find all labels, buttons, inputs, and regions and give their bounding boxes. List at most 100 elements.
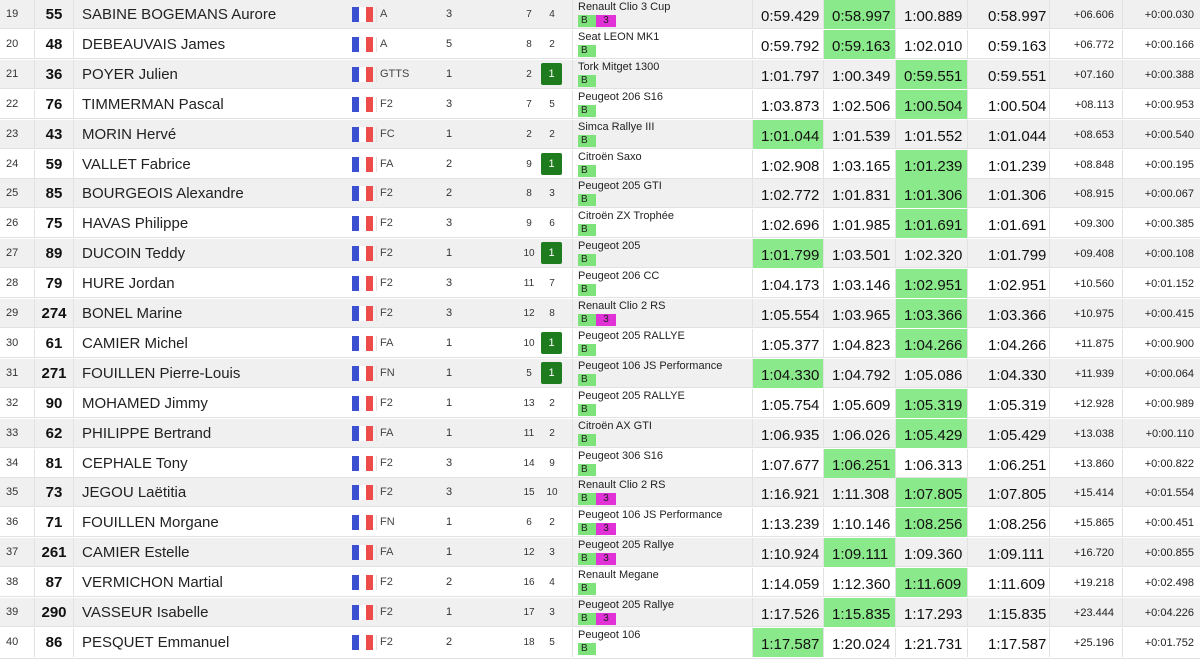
position-in-group: 12 bbox=[523, 547, 535, 558]
position-in-group: 10 bbox=[523, 248, 535, 259]
table-row[interactable]: 35 73 JEGOU Laëtitia F2 3 15 10 Renault Clio 2 … bbox=[0, 478, 1200, 507]
table-row[interactable]: 40 86 PESQUET Emmanuel F2 2 18 5 Peugeot 106 B 1:… bbox=[0, 628, 1200, 659]
driver-name[interactable]: SABINE BOGEMANS Aurore bbox=[82, 0, 350, 29]
position-in-class: 3 bbox=[549, 547, 555, 558]
car-number: 75 bbox=[34, 209, 74, 238]
position: 21 bbox=[6, 68, 19, 80]
driver-name[interactable]: BOURGEOIS Alexandre bbox=[82, 179, 350, 208]
france-flag-icon bbox=[352, 97, 377, 112]
best-time: 1:00.504 bbox=[967, 90, 1049, 119]
gap-to-leader: +08.653 bbox=[1049, 120, 1122, 149]
driver-name[interactable]: MORIN Hervé bbox=[82, 120, 350, 149]
gap-to-previous: +0:00.030 bbox=[1122, 0, 1200, 29]
run-3-time: 1:08.256 bbox=[895, 508, 967, 537]
table-row[interactable]: 24 59 VALLET Fabrice FA 2 9 1 Citroën Saxo B 1:02… bbox=[0, 150, 1200, 179]
car-model: Peugeot 106 JS Performance bbox=[578, 360, 723, 372]
position: 31 bbox=[6, 367, 19, 379]
position: 20 bbox=[6, 38, 19, 50]
driver-name[interactable]: VASSEUR Isabelle bbox=[82, 598, 350, 627]
driver-name[interactable]: CEPHALE Tony bbox=[82, 449, 350, 478]
run-2-time: 1:04.792 bbox=[823, 359, 895, 388]
car-model: Renault Megane bbox=[578, 569, 659, 581]
table-row[interactable]: 21 36 POYER Julien GTTS 1 2 1 Tork Mitget 1300 B… bbox=[0, 60, 1200, 89]
run-3-time: 1:00.889 bbox=[895, 0, 967, 29]
car-number: 90 bbox=[34, 389, 74, 418]
car-cell: Citroën Saxo B bbox=[572, 150, 750, 179]
gap-to-leader: +09.300 bbox=[1049, 209, 1122, 238]
table-row[interactable]: 25 85 BOURGEOIS Alexandre F2 2 8 3 Peugeot 205 … bbox=[0, 179, 1200, 208]
table-row[interactable]: 30 61 CAMIER Michel FA 1 10 1 Peugeot 205 RALLY… bbox=[0, 329, 1200, 358]
table-row[interactable]: 32 90 MOHAMED Jimmy F2 1 13 2 Peugeot 205 RALLY… bbox=[0, 389, 1200, 418]
b-badge: B bbox=[578, 75, 596, 87]
driver-name[interactable]: CAMIER Estelle bbox=[82, 538, 350, 567]
b-badge: B bbox=[578, 493, 596, 505]
france-flag-icon bbox=[352, 127, 377, 142]
table-row[interactable]: 36 71 FOUILLEN Morgane FN 1 6 2 Peugeot 106 JS … bbox=[0, 508, 1200, 537]
driver-name[interactable]: POYER Julien bbox=[82, 60, 350, 89]
driver-name[interactable]: HURE Jordan bbox=[82, 269, 350, 298]
table-row[interactable]: 37 261 CAMIER Estelle FA 1 12 3 Peugeot 205 Ral… bbox=[0, 538, 1200, 567]
car-number: 59 bbox=[34, 150, 74, 179]
position: 29 bbox=[6, 307, 19, 319]
driver-name[interactable]: BONEL Marine bbox=[82, 299, 350, 328]
position-in-group: 10 bbox=[523, 338, 535, 349]
table-row[interactable]: 22 76 TIMMERMAN Pascal F2 3 7 5 Peugeot 206 S16… bbox=[0, 90, 1200, 119]
gap-to-previous: +0:02.498 bbox=[1122, 568, 1200, 597]
gap-to-previous: +0:00.388 bbox=[1122, 60, 1200, 89]
table-row[interactable]: 39 290 VASSEUR Isabelle F2 1 17 3 Peugeot 205 R… bbox=[0, 598, 1200, 627]
run-3-time: 1:07.805 bbox=[895, 478, 967, 507]
b-badge: B bbox=[578, 643, 596, 655]
table-row[interactable]: 34 81 CEPHALE Tony F2 3 14 9 Peugeot 306 S16 B 1:… bbox=[0, 449, 1200, 478]
driver-name[interactable]: DEBEAUVAIS James bbox=[82, 30, 350, 59]
table-row[interactable]: 31 271 FOUILLEN Pierre-Louis FN 1 5 1 Peugeot 1… bbox=[0, 359, 1200, 388]
table-row[interactable]: 23 43 MORIN Hervé FC 1 2 2 Simca Rallye III B 1:0… bbox=[0, 120, 1200, 149]
table-row[interactable]: 28 79 HURE Jordan F2 3 11 7 Peugeot 206 CC B 1:04… bbox=[0, 269, 1200, 298]
france-flag-icon bbox=[352, 485, 377, 500]
b-badge: B bbox=[578, 165, 596, 177]
driver-name[interactable]: VALLET Fabrice bbox=[82, 150, 350, 179]
driver-name[interactable]: VERMICHON Martial bbox=[82, 568, 350, 597]
best-time: 0:58.997 bbox=[967, 0, 1049, 29]
driver-name[interactable]: FOUILLEN Morgane bbox=[82, 508, 350, 537]
run-3-time: 1:09.360 bbox=[895, 538, 967, 567]
table-row[interactable]: 27 89 DUCOIN Teddy F2 1 10 1 Peugeot 205 B 1:01.7… bbox=[0, 239, 1200, 268]
run-1-time: 1:02.908 bbox=[752, 150, 823, 179]
table-row[interactable]: 29 274 BONEL Marine F2 3 12 8 Renault Clio 2 RS… bbox=[0, 299, 1200, 328]
class-3-badge: 3 bbox=[596, 553, 616, 565]
driver-name[interactable]: JEGOU Laëtitia bbox=[82, 478, 350, 507]
run-3-time: 0:59.551 bbox=[895, 60, 967, 89]
position-in-group: 12 bbox=[523, 308, 535, 319]
driver-name[interactable]: DUCOIN Teddy bbox=[82, 239, 350, 268]
driver-name[interactable]: PESQUET Emmanuel bbox=[82, 628, 350, 657]
table-row[interactable]: 38 87 VERMICHON Martial F2 2 16 4 Renault Megan… bbox=[0, 568, 1200, 597]
run-1-time: 1:04.330 bbox=[752, 359, 823, 388]
run-2-time: 1:20.024 bbox=[823, 628, 895, 657]
b-badge: B bbox=[578, 613, 596, 625]
gap-to-leader: +15.414 bbox=[1049, 478, 1122, 507]
position: 19 bbox=[6, 8, 19, 20]
position-in-group: 16 bbox=[523, 577, 535, 588]
group: F2 bbox=[380, 277, 393, 289]
driver-name[interactable]: HAVAS Philippe bbox=[82, 209, 350, 238]
france-flag-icon bbox=[352, 306, 377, 321]
car-cell: Seat LEON MK1 B bbox=[572, 30, 750, 59]
group: F2 bbox=[380, 397, 393, 409]
driver-name[interactable]: TIMMERMAN Pascal bbox=[82, 90, 350, 119]
driver-name[interactable]: MOHAMED Jimmy bbox=[82, 389, 350, 418]
table-row[interactable]: 19 55 SABINE BOGEMANS Aurore A 3 7 4 Renault Cl… bbox=[0, 0, 1200, 29]
table-row[interactable]: 20 48 DEBEAUVAIS James A 5 8 2 Seat LEON MK1 B 0:… bbox=[0, 30, 1200, 59]
driver-name[interactable]: CAMIER Michel bbox=[82, 329, 350, 358]
car-cell: Tork Mitget 1300 B bbox=[572, 60, 750, 89]
driver-name[interactable]: FOUILLEN Pierre-Louis bbox=[82, 359, 350, 388]
run-2-time: 1:01.831 bbox=[823, 179, 895, 208]
best-time: 1:05.429 bbox=[967, 419, 1049, 448]
table-row[interactable]: 26 75 HAVAS Philippe F2 3 9 6 Citroën ZX Trophé… bbox=[0, 209, 1200, 238]
position-in-class: 1 bbox=[541, 63, 562, 85]
france-flag-icon bbox=[352, 37, 377, 52]
driver-name[interactable]: PHILIPPE Bertrand bbox=[82, 419, 350, 448]
run-1-time: 1:06.935 bbox=[752, 419, 823, 448]
position-in-class: 4 bbox=[549, 577, 555, 588]
table-row[interactable]: 33 62 PHILIPPE Bertrand FA 1 11 2 Citroën AX GT… bbox=[0, 419, 1200, 448]
class: 1 bbox=[446, 546, 453, 558]
group: FC bbox=[380, 128, 395, 140]
